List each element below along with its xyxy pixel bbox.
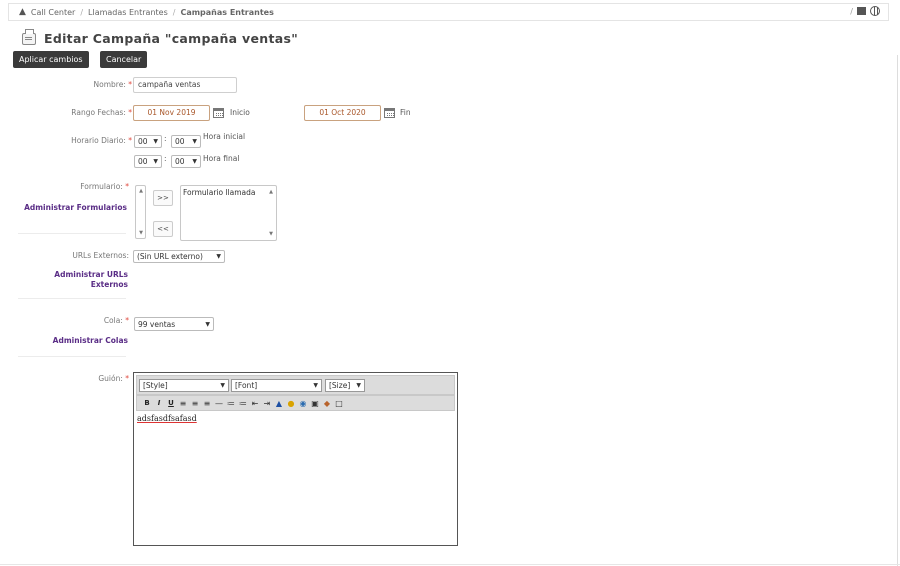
image-icon[interactable]: ▣ xyxy=(311,399,319,408)
rango-fechas-label: Rango Fechas: * xyxy=(71,108,132,117)
scroll-up-icon[interactable]: ▲ xyxy=(269,189,273,195)
breadcrumb-item-llamadas-entrantes[interactable]: Llamadas Entrantes xyxy=(88,8,168,17)
indent-icon[interactable]: ⇥ xyxy=(263,399,271,408)
special-char-icon[interactable]: ◆ xyxy=(323,399,331,408)
end-minute-select[interactable]: 00 ▼ xyxy=(171,155,201,168)
add-form-button[interactable]: >> xyxy=(153,190,173,206)
cola-label: Cola: * xyxy=(103,316,129,325)
script-editor[interactable]: [Style] ▼ [Font] ▼ [Size] ▼ B I U ≡ ≡ ≡ — ≔… xyxy=(133,372,458,546)
html-view-icon[interactable]: □ xyxy=(335,399,343,408)
nombre-input[interactable]: campaña ventas xyxy=(133,77,237,93)
page-title: Editar Campaña "campaña ventas" xyxy=(44,31,299,46)
urls-label: URLs Externos: xyxy=(72,251,129,260)
start-date-input[interactable]: 01 Nov 2019 xyxy=(133,105,210,121)
breadcrumb-current: Campañas Entrantes xyxy=(180,7,274,17)
end-hour-select[interactable]: 00 ▼ xyxy=(134,155,162,168)
editor-toolbar-top: [Style] ▼ [Font] ▼ [Size] ▼ xyxy=(136,375,455,395)
queue-select[interactable]: 99 ventas ▼ xyxy=(134,317,214,331)
breadcrumb-item-call-center[interactable]: Call Center xyxy=(31,8,75,17)
link-icon[interactable]: ◉ xyxy=(299,399,307,408)
manage-queues-link[interactable]: Administrar Colas xyxy=(20,336,128,346)
nombre-label: Nombre: * xyxy=(93,80,132,89)
apply-changes-button[interactable]: Aplicar cambios xyxy=(13,51,89,68)
divider xyxy=(18,298,126,299)
manage-forms-link[interactable]: Administrar Formularios xyxy=(10,203,127,213)
cancel-button[interactable]: Cancelar xyxy=(100,51,148,68)
editor-content[interactable]: adsfasdfsafasd xyxy=(137,414,197,423)
available-forms-list[interactable]: ▲ ▼ xyxy=(135,185,146,239)
time-colon: : xyxy=(164,154,167,163)
align-right-icon[interactable]: ≡ xyxy=(203,399,211,408)
align-left-icon[interactable]: ≡ xyxy=(179,399,187,408)
selected-forms-list[interactable]: Formulario llamada ▲ ▼ xyxy=(180,185,277,241)
manage-urls-link[interactable]: Administrar URLs Externos xyxy=(20,270,128,290)
ordered-list-icon[interactable]: ≔ xyxy=(227,399,235,408)
time-colon: : xyxy=(164,134,167,143)
calendar-icon[interactable] xyxy=(384,108,395,118)
breadcrumb-separator: / xyxy=(850,6,853,16)
home-icon[interactable]: ▲ xyxy=(19,7,26,17)
start-minute-select[interactable]: 00 ▼ xyxy=(171,135,201,148)
highlight-color-icon[interactable]: ● xyxy=(287,399,295,408)
align-center-icon[interactable]: ≡ xyxy=(191,399,199,408)
end-date-input[interactable]: 01 Oct 2020 xyxy=(304,105,381,121)
breadcrumb-actions: / xyxy=(850,6,880,16)
external-url-select[interactable]: (Sin URL externo) ▼ xyxy=(133,250,225,263)
start-hour-select[interactable]: 00 ▼ xyxy=(134,135,162,148)
end-date-label: Fin xyxy=(400,108,411,117)
remove-form-button[interactable]: << xyxy=(153,221,173,237)
calendar-icon[interactable] xyxy=(213,108,224,118)
selected-form-option[interactable]: Formulario llamada xyxy=(183,188,256,197)
globe-icon[interactable] xyxy=(870,6,880,16)
scrollbar-track[interactable] xyxy=(897,55,898,566)
guion-label: Guión: * xyxy=(98,374,129,383)
start-time-label: Hora inicial xyxy=(203,132,246,141)
footer-divider xyxy=(0,564,900,565)
bookmark-icon[interactable] xyxy=(857,7,866,15)
outdent-icon[interactable]: ⇤ xyxy=(251,399,259,408)
editor-toolbar-format: B I U ≡ ≡ ≡ — ≔ ≔ ⇤ ⇥ ▲ ● ◉ ▣ ◆ □ xyxy=(136,395,455,411)
text-color-icon[interactable]: ▲ xyxy=(275,399,283,408)
formulario-label: Formulario: * xyxy=(80,182,129,191)
bold-icon[interactable]: B xyxy=(143,399,151,407)
scroll-down-icon[interactable]: ▼ xyxy=(269,231,273,237)
end-time-label: Hora final xyxy=(203,154,240,163)
scroll-up-icon[interactable]: ▲ xyxy=(139,188,143,194)
underline-icon[interactable]: U xyxy=(167,399,175,407)
breadcrumb: ▲ Call Center / Llamadas Entrantes / Cam… xyxy=(8,3,889,21)
divider xyxy=(18,356,126,357)
divider xyxy=(18,233,126,234)
horario-label: Horario Diario: * xyxy=(71,136,132,145)
style-select[interactable]: [Style] ▼ xyxy=(139,379,229,392)
size-select[interactable]: [Size] ▼ xyxy=(325,379,365,392)
start-date-label: Inicio xyxy=(230,108,250,117)
scroll-down-icon[interactable]: ▼ xyxy=(139,230,143,236)
italic-icon[interactable]: I xyxy=(155,399,163,407)
unordered-list-icon[interactable]: ≔ xyxy=(239,399,247,408)
horizontal-rule-icon[interactable]: — xyxy=(215,399,223,408)
printer-icon xyxy=(22,28,36,45)
page-header: Editar Campaña "campaña ventas" xyxy=(22,28,299,46)
font-select[interactable]: [Font] ▼ xyxy=(231,379,322,392)
